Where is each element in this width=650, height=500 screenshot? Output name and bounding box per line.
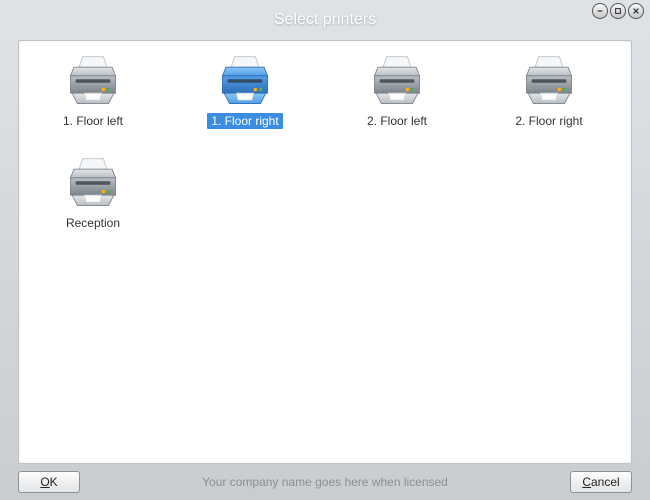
printer-icon: [65, 157, 121, 209]
printer-icon-wrap: [65, 55, 121, 107]
printer-label: Reception: [62, 215, 124, 231]
maximize-icon: [614, 7, 622, 15]
printer-icon: [521, 55, 577, 107]
printer-label: 2. Floor left: [363, 113, 431, 129]
printer-icon-wrap: [369, 55, 425, 107]
printer-icon-wrap: [217, 55, 273, 107]
printer-icon: [217, 55, 273, 107]
cancel-button-label-rest: ancel: [591, 475, 620, 489]
ok-button[interactable]: OK: [18, 471, 80, 493]
printer-item[interactable]: 1. Floor right: [191, 55, 299, 129]
license-text: Your company name goes here when license…: [88, 475, 562, 489]
printer-icon-wrap: [65, 157, 121, 209]
dialog-window: Select printers: [0, 0, 650, 500]
minimize-button[interactable]: [592, 3, 608, 19]
close-button[interactable]: [628, 3, 644, 19]
printer-label: 2. Floor right: [511, 113, 586, 129]
dialog-footer: OK Your company name goes here when lice…: [0, 470, 650, 500]
printer-icon-wrap: [521, 55, 577, 107]
window-controls: [592, 3, 644, 19]
titlebar: Select printers: [0, 0, 650, 40]
cancel-button[interactable]: Cancel: [570, 471, 632, 493]
cancel-button-label-first: C: [582, 475, 591, 489]
printer-list-panel: 1. Floor left 1. Floor right: [18, 40, 632, 464]
printer-item[interactable]: 2. Floor right: [495, 55, 603, 129]
printer-item[interactable]: 2. Floor left: [343, 55, 451, 129]
maximize-button[interactable]: [610, 3, 626, 19]
printer-icon: [65, 55, 121, 107]
minimize-icon: [596, 7, 604, 15]
printer-label: 1. Floor left: [59, 113, 127, 129]
ok-button-label-rest: K: [50, 475, 58, 489]
printer-item[interactable]: Reception: [39, 157, 147, 231]
printer-grid: 1. Floor left 1. Floor right: [39, 55, 611, 231]
dialog-title: Select printers: [274, 11, 376, 29]
close-icon: [632, 7, 640, 15]
printer-label: 1. Floor right: [207, 113, 282, 129]
printer-icon: [369, 55, 425, 107]
ok-button-label-first: O: [40, 475, 49, 489]
printer-item[interactable]: 1. Floor left: [39, 55, 147, 129]
